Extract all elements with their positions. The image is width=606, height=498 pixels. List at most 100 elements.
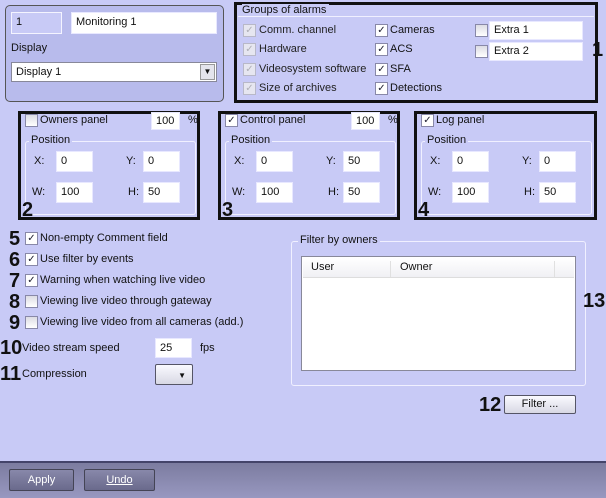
alarm-label: Detections (390, 82, 442, 94)
x-input[interactable]: 0 (56, 151, 93, 172)
callout-4: 4 (418, 199, 430, 221)
h-label: H: (524, 186, 535, 198)
option-checkbox[interactable]: ✓ (25, 253, 38, 266)
h-input[interactable]: 50 (143, 182, 180, 203)
option-label: Viewing live video through gateway (40, 295, 212, 307)
display-value: Display 1 (16, 66, 62, 78)
panel-label: Control panel (240, 114, 306, 126)
column-user[interactable]: User (311, 261, 391, 277)
option-checkbox[interactable] (25, 295, 38, 308)
x-label: X: (234, 155, 245, 167)
extra-name-field[interactable]: Extra 1 (489, 21, 583, 40)
panel-checkbox[interactable]: ✓ (225, 114, 238, 127)
x-label: X: (430, 155, 441, 167)
id-field[interactable]: 1 (11, 12, 62, 34)
alarm-label: Comm. channel (259, 24, 337, 36)
option-label: Non-empty Comment field (40, 232, 168, 244)
alarm-checkbox[interactable]: ✓ (375, 63, 388, 76)
y-input[interactable]: 0 (143, 151, 180, 172)
callout-9: 9 (9, 312, 21, 334)
alarm-label: ACS (390, 43, 413, 55)
alarm-checkbox: ✓ (243, 82, 256, 95)
option-label: Warning when watching live video (40, 274, 206, 286)
option-checkbox[interactable]: ✓ (25, 232, 38, 245)
alarm-checkbox[interactable]: ✓ (375, 82, 388, 95)
x-label: X: (34, 155, 45, 167)
alarm-checkbox: ✓ (243, 24, 256, 37)
alarm-label: Hardware (259, 43, 307, 55)
filter-button[interactable]: Filter ... (504, 395, 576, 414)
panel-percent-input[interactable]: 100 (151, 112, 180, 130)
callout-2: 2 (22, 199, 34, 221)
callout-5: 5 (9, 228, 21, 250)
w-label: W: (32, 186, 46, 198)
w-input[interactable]: 100 (256, 182, 293, 203)
owners-table[interactable]: User Owner (301, 256, 576, 371)
callout-7: 7 (9, 270, 21, 292)
extra-checkbox[interactable] (475, 24, 488, 37)
w-label: W: (232, 186, 246, 198)
chevron-down-icon: ▼ (178, 371, 186, 380)
callout-10: 10 (0, 337, 23, 359)
position-label: Position (229, 134, 273, 146)
callout-8: 8 (9, 291, 21, 313)
alarm-label: SFA (390, 63, 411, 75)
extra-checkbox[interactable] (475, 45, 488, 58)
position-label: Position (29, 134, 73, 146)
panel-label: Owners panel (40, 114, 108, 126)
h-label: H: (328, 186, 339, 198)
option-checkbox[interactable] (25, 316, 38, 329)
position-label: Position (425, 134, 469, 146)
callout-1: 1 (592, 39, 604, 61)
h-input[interactable]: 50 (539, 182, 576, 203)
option-checkbox[interactable]: ✓ (25, 274, 38, 287)
option-label: Viewing live video from all cameras (add… (40, 316, 244, 328)
apply-button[interactable]: Apply (9, 469, 74, 491)
undo-button[interactable]: Undo (84, 469, 155, 491)
table-header: User Owner (303, 258, 574, 278)
speed-label: Video stream speed (22, 342, 120, 354)
column-owner[interactable]: Owner (400, 261, 555, 277)
alarm-checkbox[interactable]: ✓ (375, 24, 388, 37)
alarm-checkbox: ✓ (243, 43, 256, 56)
extra-name-field[interactable]: Extra 2 (489, 42, 583, 61)
y-input[interactable]: 0 (539, 151, 576, 172)
y-label: Y: (126, 155, 136, 167)
alarm-label: Cameras (390, 24, 435, 36)
chevron-down-icon[interactable]: ▼ (200, 64, 215, 80)
callout-12: 12 (479, 394, 502, 416)
compression-label: Compression (22, 368, 87, 380)
speed-input[interactable]: 25 (155, 338, 192, 358)
alarms-groupbox (238, 16, 594, 17)
w-input[interactable]: 100 (452, 182, 489, 203)
panel-checkbox[interactable] (25, 114, 38, 127)
callout-13: 13 (583, 290, 606, 312)
w-input[interactable]: 100 (56, 182, 93, 203)
percent-unit: % (388, 114, 398, 126)
alarms-title: Groups of alarms (242, 4, 330, 16)
h-label: H: (128, 186, 139, 198)
x-input[interactable]: 0 (256, 151, 293, 172)
panel-label: Log panel (436, 114, 485, 126)
alarm-checkbox: ✓ (243, 63, 256, 76)
callout-11: 11 (0, 363, 22, 385)
callout-6: 6 (9, 249, 21, 271)
panel-checkbox[interactable]: ✓ (421, 114, 434, 127)
alarm-checkbox[interactable]: ✓ (375, 43, 388, 56)
panel-percent-input[interactable]: 100 (351, 112, 380, 130)
compression-dropdown[interactable]: ▼ (155, 364, 193, 385)
y-label: Y: (326, 155, 336, 167)
alarm-label: Size of archives (259, 82, 337, 94)
name-field[interactable]: Monitoring 1 (71, 12, 217, 34)
speed-unit: fps (200, 342, 215, 354)
y-label: Y: (522, 155, 532, 167)
y-input[interactable]: 50 (343, 151, 380, 172)
percent-unit: % (188, 114, 198, 126)
x-input[interactable]: 0 (452, 151, 489, 172)
alarm-label: Videosystem software (259, 63, 367, 75)
filter-title: Filter by owners (298, 234, 380, 246)
option-label: Use filter by events (40, 253, 134, 265)
h-input[interactable]: 50 (343, 182, 380, 203)
display-select[interactable]: Display 1 ▼ (11, 62, 217, 82)
display-label: Display (11, 42, 48, 54)
